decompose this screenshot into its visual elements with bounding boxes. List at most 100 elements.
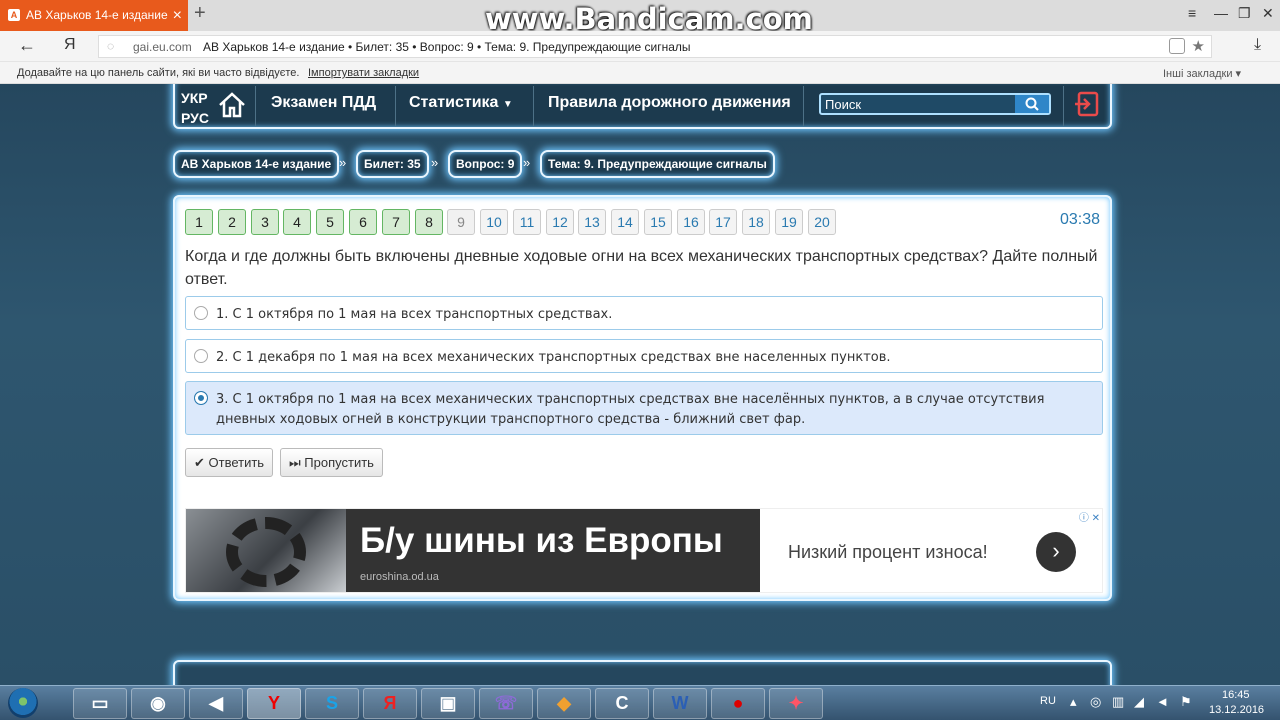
breadcrumb-question[interactable]: Вопрос: 9: [448, 150, 523, 178]
answer-option[interactable]: 2. С 1 декабря по 1 мая на всех механиче…: [185, 339, 1103, 373]
lang-ukr-link[interactable]: УКР: [181, 88, 209, 108]
close-window-icon[interactable]: ✕: [1262, 5, 1274, 22]
volume-icon[interactable]: ◄: [1156, 694, 1169, 709]
question-number-button[interactable]: 2: [218, 209, 246, 235]
taskbar-paint-icon[interactable]: ✦: [769, 688, 823, 719]
taskbar-media-icon[interactable]: ◉: [131, 688, 185, 719]
question-number-button[interactable]: 20: [808, 209, 836, 235]
question-number-button[interactable]: 15: [644, 209, 672, 235]
question-number-button[interactable]: 18: [742, 209, 770, 235]
taskbar-viber-icon[interactable]: ☏: [479, 688, 533, 719]
countdown-timer: 03:38: [1059, 211, 1100, 228]
page-content: УКР РУС Экзамен ПДД Статистика ▼ Правила…: [0, 84, 1280, 685]
address-bar: ← Я ◌ gai.eu.com АВ Харьков 14-е издание…: [0, 31, 1280, 62]
question-number-button[interactable]: 4: [283, 209, 311, 235]
question-number-button[interactable]: 1: [185, 209, 213, 235]
signal-icon[interactable]: ◢: [1134, 694, 1144, 710]
flag-icon[interactable]: ⚑: [1180, 694, 1192, 710]
star-icon[interactable]: ★: [1192, 37, 1205, 55]
nav-exam-link[interactable]: Экзамен ПДД: [271, 94, 376, 112]
tab-title: АВ Харьков 14-е издание: [26, 8, 168, 22]
tray-app-icon[interactable]: ◎: [1090, 694, 1101, 710]
tray-expand-icon[interactable]: ▴: [1070, 694, 1077, 710]
bottom-panel: [173, 660, 1112, 685]
advertisement-banner[interactable]: Б/у шины из Европы euroshina.od.ua Низки…: [185, 508, 1103, 593]
start-button[interactable]: [8, 688, 38, 718]
answer-radio[interactable]: [194, 306, 208, 320]
breadcrumb-edition[interactable]: АВ Харьков 14-е издание: [173, 150, 340, 178]
quiz-card: 1 2 3 4 5 6 7 8 9 10 11 12 13 14 15 16 1…: [173, 195, 1112, 601]
answer-option-selected[interactable]: 3. С 1 октября по 1 мая на всех механиче…: [185, 381, 1103, 435]
breadcrumb-ticket[interactable]: Билет: 35: [356, 150, 429, 178]
url-field[interactable]: ◌ gai.eu.com АВ Харьков 14-е издание • Б…: [98, 35, 1212, 58]
taskbar-skype-icon[interactable]: S: [305, 688, 359, 719]
network-icon[interactable]: ▥: [1112, 694, 1124, 710]
question-number-button[interactable]: 3: [251, 209, 279, 235]
answer-radio-checked[interactable]: [194, 391, 208, 405]
breadcrumb-topic[interactable]: Тема: 9. Предупреждающие сигналы: [540, 150, 775, 178]
ad-arrow-button[interactable]: ›: [1036, 532, 1076, 572]
lang-rus-link[interactable]: РУС: [181, 108, 209, 128]
breadcrumb-separator: »: [431, 155, 439, 170]
search-box: [819, 93, 1051, 115]
answer-text: 1. С 1 октября по 1 мая на всех транспор…: [216, 307, 613, 322]
other-bookmarks-button[interactable]: Інші закладки ▾: [1163, 67, 1241, 80]
taskbar-yandex-icon[interactable]: Y: [247, 688, 301, 719]
yandex-logo-icon[interactable]: Я: [64, 36, 76, 54]
nav-stats-dropdown[interactable]: Статистика ▼: [409, 94, 513, 112]
skip-question-button[interactable]: ⏭ Пропустить: [280, 448, 383, 477]
nav-rules-link[interactable]: Правила дорожного движения: [548, 94, 791, 112]
submit-answer-button[interactable]: ✔ Ответить: [185, 448, 274, 477]
new-tab-button[interactable]: +: [194, 2, 206, 25]
url-page-title: АВ Харьков 14-е издание • Билет: 35 • Во…: [203, 40, 691, 54]
question-number-button[interactable]: 14: [611, 209, 639, 235]
nav-stats-label: Статистика: [409, 94, 499, 111]
logout-icon[interactable]: [1073, 90, 1101, 118]
back-icon[interactable]: ←: [18, 35, 36, 56]
question-number-button[interactable]: 8: [415, 209, 443, 235]
favicon-icon: A: [8, 9, 20, 21]
extension-icon[interactable]: [1169, 38, 1185, 54]
clock-date[interactable]: 13.12.2016: [1209, 704, 1264, 716]
answer-option[interactable]: 1. С 1 октября по 1 мая на всех транспор…: [185, 296, 1103, 330]
menu-icon[interactable]: ≡: [1188, 5, 1196, 21]
url-domain: gai.eu.com: [133, 40, 192, 54]
question-number-button[interactable]: 13: [578, 209, 606, 235]
taskbar-explorer-icon[interactable]: ▭: [73, 688, 127, 719]
taskbar-speaker-icon[interactable]: ◀: [189, 688, 243, 719]
taskbar-record-icon[interactable]: ●: [711, 688, 765, 719]
current-question-number[interactable]: 9: [447, 209, 475, 235]
taskbar-monitor-icon[interactable]: ▣: [421, 688, 475, 719]
question-number-button[interactable]: 5: [316, 209, 344, 235]
ad-info-icon[interactable]: ⓘ ✕: [1079, 509, 1100, 524]
question-number-button[interactable]: 11: [513, 209, 541, 235]
download-icon[interactable]: ⤓: [1254, 36, 1261, 54]
tab-close-icon[interactable]: ×: [173, 0, 182, 31]
taskbar-yandex-browser-icon[interactable]: Я: [363, 688, 417, 719]
search-input[interactable]: [821, 95, 1015, 113]
taskbar-app-icon[interactable]: ◆: [537, 688, 591, 719]
clock-time[interactable]: 16:45: [1222, 689, 1250, 701]
nav-divider: [803, 86, 804, 126]
minimize-icon[interactable]: —: [1214, 5, 1228, 21]
taskbar-ccleaner-icon[interactable]: C: [595, 688, 649, 719]
chevron-down-icon: ▼: [502, 99, 513, 110]
ad-url: euroshina.od.ua: [360, 571, 439, 583]
question-number-button[interactable]: 19: [775, 209, 803, 235]
question-number-button[interactable]: 10: [480, 209, 508, 235]
globe-icon: ◌: [107, 39, 115, 53]
taskbar-word-icon[interactable]: W: [653, 688, 707, 719]
question-number-button[interactable]: 16: [677, 209, 705, 235]
question-number-button[interactable]: 7: [382, 209, 410, 235]
import-bookmarks-link[interactable]: Імпортувати закладки: [308, 67, 419, 79]
home-icon[interactable]: [217, 92, 247, 118]
browser-tab[interactable]: A АВ Харьков 14-е издание ×: [0, 0, 188, 31]
search-button[interactable]: [1015, 95, 1049, 113]
question-number-button[interactable]: 12: [546, 209, 574, 235]
tray-language[interactable]: RU: [1040, 695, 1056, 707]
answer-text: 2. С 1 декабря по 1 мая на всех механиче…: [216, 350, 891, 365]
maximize-icon[interactable]: ❐: [1238, 5, 1251, 22]
answer-radio[interactable]: [194, 349, 208, 363]
question-number-button[interactable]: 6: [349, 209, 377, 235]
question-number-button[interactable]: 17: [709, 209, 737, 235]
